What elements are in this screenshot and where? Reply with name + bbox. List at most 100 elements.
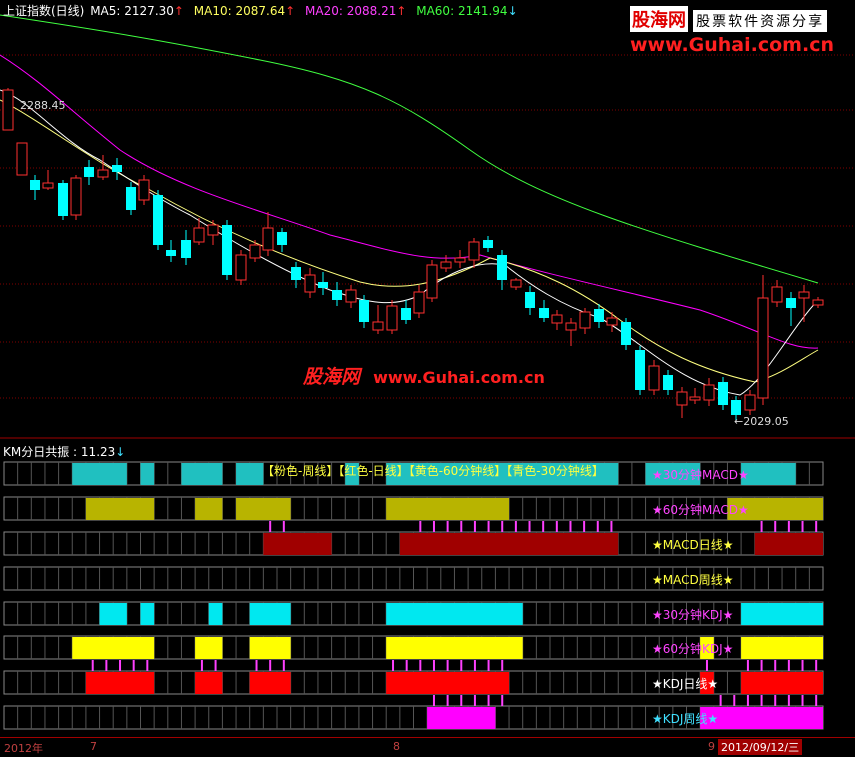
legend-daily: 【红色-日线】 — [338, 464, 409, 478]
axis-month-9: 9 — [708, 740, 715, 753]
legend-60min: 【黄色-60分钟线】 — [408, 464, 507, 478]
signal-block — [236, 498, 291, 520]
candle — [579, 308, 591, 334]
candle — [635, 346, 645, 395]
candle — [235, 250, 247, 285]
ma10-line — [0, 99, 819, 383]
candle — [249, 240, 261, 262]
candle — [786, 292, 796, 326]
ma60-label: MA60: — [416, 4, 455, 18]
signal-block — [236, 463, 264, 485]
ma20-arrow-icon: ↑ — [396, 4, 407, 18]
candle — [483, 236, 493, 252]
candle — [413, 285, 425, 318]
candle — [372, 305, 384, 334]
signal-block — [85, 498, 155, 520]
signal-block — [181, 463, 223, 485]
candle — [345, 285, 357, 308]
moving-average-lines — [0, 14, 819, 396]
candle — [663, 370, 673, 395]
row-label-0: ★30分钟MACD★ — [652, 468, 749, 482]
signal-block — [399, 533, 619, 555]
high-price-label: 2288.45 — [20, 99, 66, 112]
candle — [757, 275, 769, 405]
signal-block — [263, 533, 332, 555]
candle — [454, 250, 466, 268]
site-logo: 股海网 股票软件资源分享 www.Guhai.com.cn — [630, 6, 850, 56]
signal-block — [386, 498, 510, 520]
candle — [359, 295, 369, 328]
watermark-url: www.Guhai.com.cn — [373, 368, 545, 387]
signal-block — [741, 637, 823, 659]
signal-block — [140, 603, 155, 625]
candle — [153, 190, 163, 250]
legend-weekly: 【粉色-周线】 — [262, 464, 339, 478]
signal-block — [249, 672, 291, 694]
ma20-line — [0, 54, 819, 349]
candle — [525, 286, 535, 315]
signal-block — [195, 672, 223, 694]
candle — [440, 255, 452, 272]
candle — [812, 297, 824, 308]
candle — [798, 285, 810, 322]
signal-block — [741, 603, 823, 625]
candle — [606, 312, 618, 332]
candle — [84, 160, 94, 185]
candle — [16, 142, 28, 176]
ma5-line — [0, 89, 819, 396]
watermark: 股海网 www.Guhai.com.cn — [303, 362, 545, 389]
candle — [30, 175, 40, 200]
ma5-value: 2127.30 — [124, 4, 174, 18]
signal-block — [386, 603, 523, 625]
signal-block — [195, 637, 223, 659]
candle — [648, 360, 660, 395]
signal-block — [386, 637, 523, 659]
axis-year: 2012年 — [4, 742, 43, 755]
ma20-value: 2088.21 — [346, 4, 397, 18]
candle — [621, 318, 631, 350]
candle — [166, 240, 176, 262]
axis-current-date[interactable]: 2012/09/12/三 — [718, 739, 803, 755]
row-label-3: ★MACD周线★ — [652, 573, 734, 587]
candle — [468, 238, 480, 268]
candle — [207, 220, 219, 245]
candle — [689, 388, 701, 404]
candle — [401, 300, 411, 324]
legend-30min: 【青色-30分钟线】 — [506, 464, 604, 478]
axis-month-7: 7 — [90, 740, 97, 753]
row-label-1: ★60分钟MACD★ — [652, 503, 749, 517]
candle — [332, 282, 342, 306]
ma5-label: MA5: — [90, 4, 121, 18]
candle — [42, 170, 54, 190]
chart-header: 上证指数(日线) MA5: 2127.30↑ MA10: 2087.64↑ MA… — [3, 2, 518, 19]
signal-block — [249, 603, 291, 625]
candle — [262, 212, 274, 256]
grid-lines — [0, 54, 855, 399]
candle — [304, 268, 316, 298]
candle — [551, 310, 563, 330]
candle — [426, 260, 438, 302]
row-label-6: ★KDJ日线★ — [652, 677, 719, 691]
row-label-2: ★MACD日线★ — [652, 538, 734, 552]
signal-block — [386, 672, 510, 694]
candle — [291, 262, 301, 288]
axis-month-8: 8 — [393, 740, 400, 753]
signal-block — [208, 603, 223, 625]
logo-slogan: 股票软件资源分享 — [693, 10, 828, 32]
row-label-7: ★KDJ周线★ — [652, 712, 719, 726]
signal-block — [741, 463, 796, 485]
signal-block — [754, 533, 823, 555]
candle — [277, 228, 287, 252]
logo-name: 股海网 — [630, 6, 688, 32]
candle — [138, 175, 150, 205]
candle — [2, 88, 14, 131]
ma10-label: MA10: — [193, 4, 232, 18]
candle — [386, 300, 398, 334]
candle — [318, 272, 328, 295]
signal-block — [72, 463, 127, 485]
candle — [58, 180, 68, 220]
ma5-arrow-icon: ↑ — [173, 4, 184, 18]
signal-block — [195, 498, 223, 520]
candle — [112, 158, 122, 180]
logo-url: www.Guhai.com.cn — [630, 34, 834, 56]
